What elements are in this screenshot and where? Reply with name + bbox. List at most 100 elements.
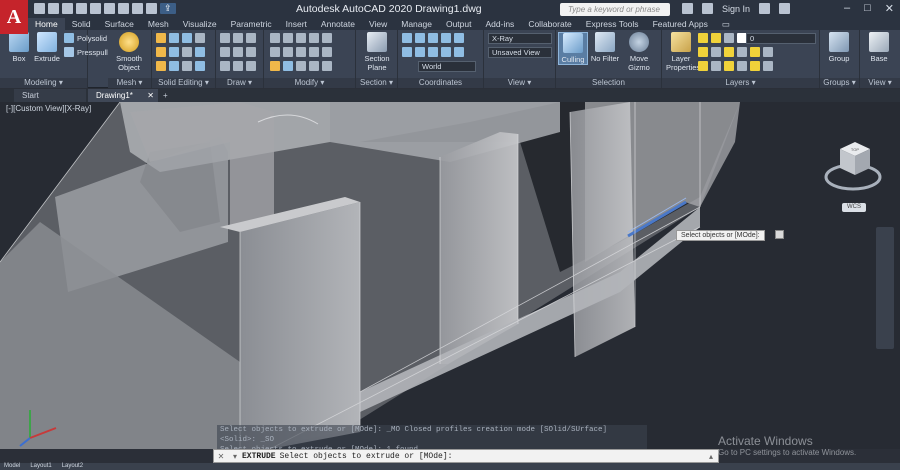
polyline-icon[interactable] [233, 33, 243, 43]
layer-on-icon[interactable] [698, 61, 708, 71]
ribbon-minimize-icon[interactable]: ▭ [715, 18, 737, 30]
save-icon[interactable] [62, 3, 73, 14]
make-current-icon[interactable] [750, 47, 760, 57]
ucs-origin-icon[interactable] [428, 33, 438, 43]
mirror-icon[interactable] [296, 33, 306, 43]
3d-rotate-icon[interactable] [283, 61, 293, 71]
3d-move-icon[interactable] [270, 61, 280, 71]
viewcube-icon[interactable]: TOP [822, 137, 884, 197]
tab-manage[interactable]: Manage [394, 18, 439, 30]
ucs-y-icon[interactable] [441, 47, 451, 57]
separate-icon[interactable] [195, 61, 205, 71]
tab-home[interactable]: Home [28, 18, 65, 30]
coordinate-system-dropdown[interactable]: World [418, 61, 476, 72]
layer-off-icon[interactable] [698, 47, 708, 57]
ucs-view-icon[interactable] [441, 33, 451, 43]
open-file-icon[interactable] [48, 3, 59, 14]
autocad-logo-button[interactable]: A [0, 0, 28, 34]
3d-align-icon[interactable] [296, 61, 306, 71]
tab-annotate[interactable]: Annotate [314, 18, 362, 30]
tab-collaborate[interactable]: Collaborate [521, 18, 578, 30]
command-history-toggle-icon[interactable]: ▴ [704, 452, 718, 461]
union-icon[interactable] [156, 33, 166, 43]
ucs-x-icon[interactable] [428, 47, 438, 57]
thicken-icon[interactable] [169, 47, 179, 57]
panel-label-draw[interactable]: Draw ▾ [216, 78, 263, 88]
tab-express-tools[interactable]: Express Tools [579, 18, 646, 30]
command-line-wrench-icon[interactable]: ▾ [228, 452, 242, 461]
visual-style-dropdown[interactable]: X-Ray [488, 33, 552, 44]
layer-lock-icon[interactable] [737, 47, 747, 57]
presspull-button[interactable]: Presspull [64, 47, 108, 57]
arc-icon[interactable] [220, 47, 230, 57]
culling-button[interactable]: Culling [558, 32, 588, 65]
spline-icon[interactable] [233, 61, 243, 71]
chamfer-edge-icon[interactable] [169, 61, 179, 71]
imprint-icon[interactable] [195, 47, 205, 57]
base-button[interactable]: Base [864, 32, 894, 63]
panel-label-modeling[interactable]: Modeling ▾ [0, 78, 87, 88]
rectangle-icon[interactable] [233, 47, 243, 57]
shell-icon[interactable] [182, 61, 192, 71]
redo-icon[interactable] [146, 3, 157, 14]
ucs-world-icon[interactable] [415, 33, 425, 43]
tab-drawing1[interactable]: Drawing1* ✕ [88, 89, 158, 102]
search-input[interactable]: Type a keyword or phrase [560, 3, 670, 16]
ucs-object-icon[interactable] [454, 33, 464, 43]
save-as-icon[interactable] [76, 3, 87, 14]
minimize-button[interactable]: – [844, 2, 850, 15]
named-view-dropdown[interactable]: Unsaved View [488, 47, 552, 58]
circle-icon[interactable] [246, 33, 256, 43]
extend-icon[interactable] [322, 33, 332, 43]
layout-tab-layout2[interactable]: Layout2 [62, 463, 83, 470]
share-button[interactable]: ⇪ [160, 3, 176, 14]
command-line-close-icon[interactable]: ✕ [214, 452, 228, 461]
tab-visualize[interactable]: Visualize [176, 18, 224, 30]
sun-icon[interactable] [711, 33, 721, 43]
drawing-viewport[interactable]: [-][Custom View][X-Ray] Select objects o… [0, 102, 900, 449]
array-icon[interactable] [322, 47, 332, 57]
box-button[interactable]: Box [4, 32, 34, 63]
new-tab-button[interactable]: + [160, 89, 174, 102]
wcs-menu[interactable]: WCS [842, 203, 866, 212]
layout-tab-layout1[interactable]: Layout1 [30, 463, 51, 470]
slice-icon[interactable] [195, 33, 205, 43]
tab-start[interactable]: Start [14, 89, 86, 102]
help-icon[interactable] [779, 3, 791, 14]
plot-icon[interactable] [118, 3, 129, 14]
ucs-3point-icon[interactable] [415, 47, 425, 57]
tooltip-dropdown-icon[interactable] [775, 230, 784, 239]
panel-label-view2[interactable]: View ▾ [860, 78, 900, 88]
layer-properties-button[interactable]: Layer Properties [666, 32, 700, 72]
tab-view[interactable]: View [362, 18, 394, 30]
rotate-icon[interactable] [283, 33, 293, 43]
tab-surface[interactable]: Surface [98, 18, 141, 30]
command-input[interactable]: Select objects to extrude or [MOde]: [280, 452, 704, 461]
extrude-button[interactable]: Extrude [32, 32, 62, 63]
layer-isolate-icon[interactable] [711, 47, 721, 57]
panel-label-mesh[interactable]: Mesh ▾ [108, 78, 151, 88]
panel-label-layers[interactable]: Layers ▾ [662, 78, 819, 88]
match-layer-icon[interactable] [763, 47, 773, 57]
new-file-icon[interactable] [34, 3, 45, 14]
layer-dropdown[interactable]: 0 [746, 33, 816, 44]
tab-featured-apps[interactable]: Featured Apps [646, 18, 715, 30]
erase-icon[interactable] [309, 61, 319, 71]
layer-walk-icon[interactable] [763, 61, 773, 71]
close-button[interactable]: ✕ [885, 2, 894, 15]
stretch-icon[interactable] [283, 47, 293, 57]
group-button[interactable]: Group [824, 32, 854, 63]
ucs-face-icon[interactable] [402, 47, 412, 57]
viewport-controls-label[interactable]: [-][Custom View][X-Ray] [6, 104, 91, 113]
user-icon[interactable] [702, 3, 713, 14]
explode-icon[interactable] [322, 61, 332, 71]
move-gizmo-button[interactable]: Move Gizmo [624, 32, 654, 72]
polysolid-button[interactable]: Polysolid [64, 33, 107, 43]
sign-in-link[interactable]: Sign In [722, 4, 750, 14]
lightbulb-icon[interactable] [698, 33, 708, 43]
layer-thaw-icon[interactable] [724, 61, 734, 71]
interfere-icon[interactable] [156, 47, 166, 57]
line-icon[interactable] [220, 33, 230, 43]
search-icon[interactable] [682, 3, 693, 14]
maximize-button[interactable]: □ [864, 2, 871, 15]
